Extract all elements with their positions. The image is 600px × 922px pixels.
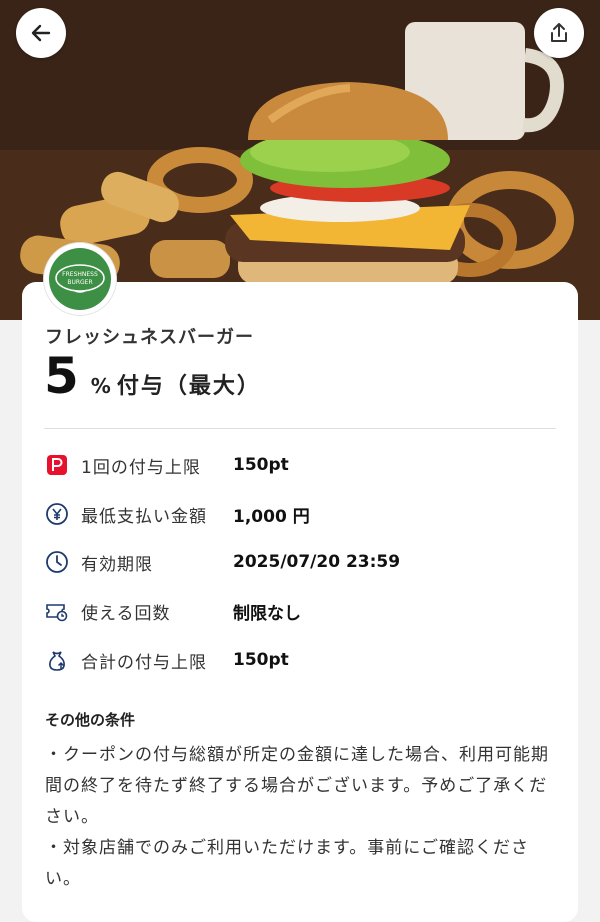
yen-icon <box>44 501 70 527</box>
detail-value: 150pt <box>233 455 289 475</box>
detail-value: 1,000 円 <box>233 506 310 527</box>
detail-row-total-limit: 合計の付与上限 150pt <box>44 645 289 675</box>
shop-name: フレッシュネスバーガー <box>45 327 254 348</box>
bag-icon <box>44 647 70 673</box>
rate-text: 付与（最大） <box>116 374 261 399</box>
rate-unit: % <box>90 374 111 398</box>
share-button[interactable] <box>534 8 584 58</box>
svg-text:FRESHNESS: FRESHNESS <box>62 271 98 278</box>
conditions-body: ・クーポンの付与総額が所定の金額に達した場合、利用可能期間の終了を待たず終了する… <box>45 740 560 895</box>
detail-label: 1回の付与上限 <box>81 457 201 478</box>
detail-value: 150pt <box>233 650 289 670</box>
detail-label: 使える回数 <box>81 603 171 624</box>
detail-value: 2025/07/20 23:59 <box>233 552 401 572</box>
detail-label: 合計の付与上限 <box>81 652 207 673</box>
arrow-left-icon <box>31 24 51 42</box>
divider <box>44 428 556 429</box>
detail-row-usage-count: 使える回数 制限なし <box>44 596 301 626</box>
detail-row-grant-limit: 1回の付与上限 150pt <box>44 450 289 480</box>
freshness-burger-logo: FRESHNESS BURGER <box>55 264 105 293</box>
condition-item: ・クーポンの付与総額が所定の金額に達した場合、利用可能期間の終了を待たず終了する… <box>45 745 549 827</box>
svg-text:BURGER: BURGER <box>67 279 92 286</box>
rate-number: 5 <box>44 347 79 405</box>
detail-label: 最低支払い金額 <box>81 506 207 527</box>
detail-row-expiry: 有効期限 2025/07/20 23:59 <box>44 547 400 577</box>
detail-row-min-payment: 最低支払い金額 1,000 円 <box>44 499 310 529</box>
ticket-icon <box>44 598 70 624</box>
paypay-icon <box>44 452 70 478</box>
shop-logo: FRESHNESS BURGER <box>44 243 116 315</box>
share-icon <box>551 23 567 42</box>
detail-label: 有効期限 <box>81 554 153 575</box>
detail-value: 制限なし <box>233 603 301 624</box>
clock-icon <box>44 549 70 575</box>
conditions-title: その他の条件 <box>45 711 136 729</box>
condition-item: ・対象店舗でのみご利用いただけます。事前にご確認ください。 <box>45 838 529 889</box>
reward-rate: 5 % 付与（最大） <box>44 350 261 402</box>
back-button[interactable] <box>16 8 66 58</box>
